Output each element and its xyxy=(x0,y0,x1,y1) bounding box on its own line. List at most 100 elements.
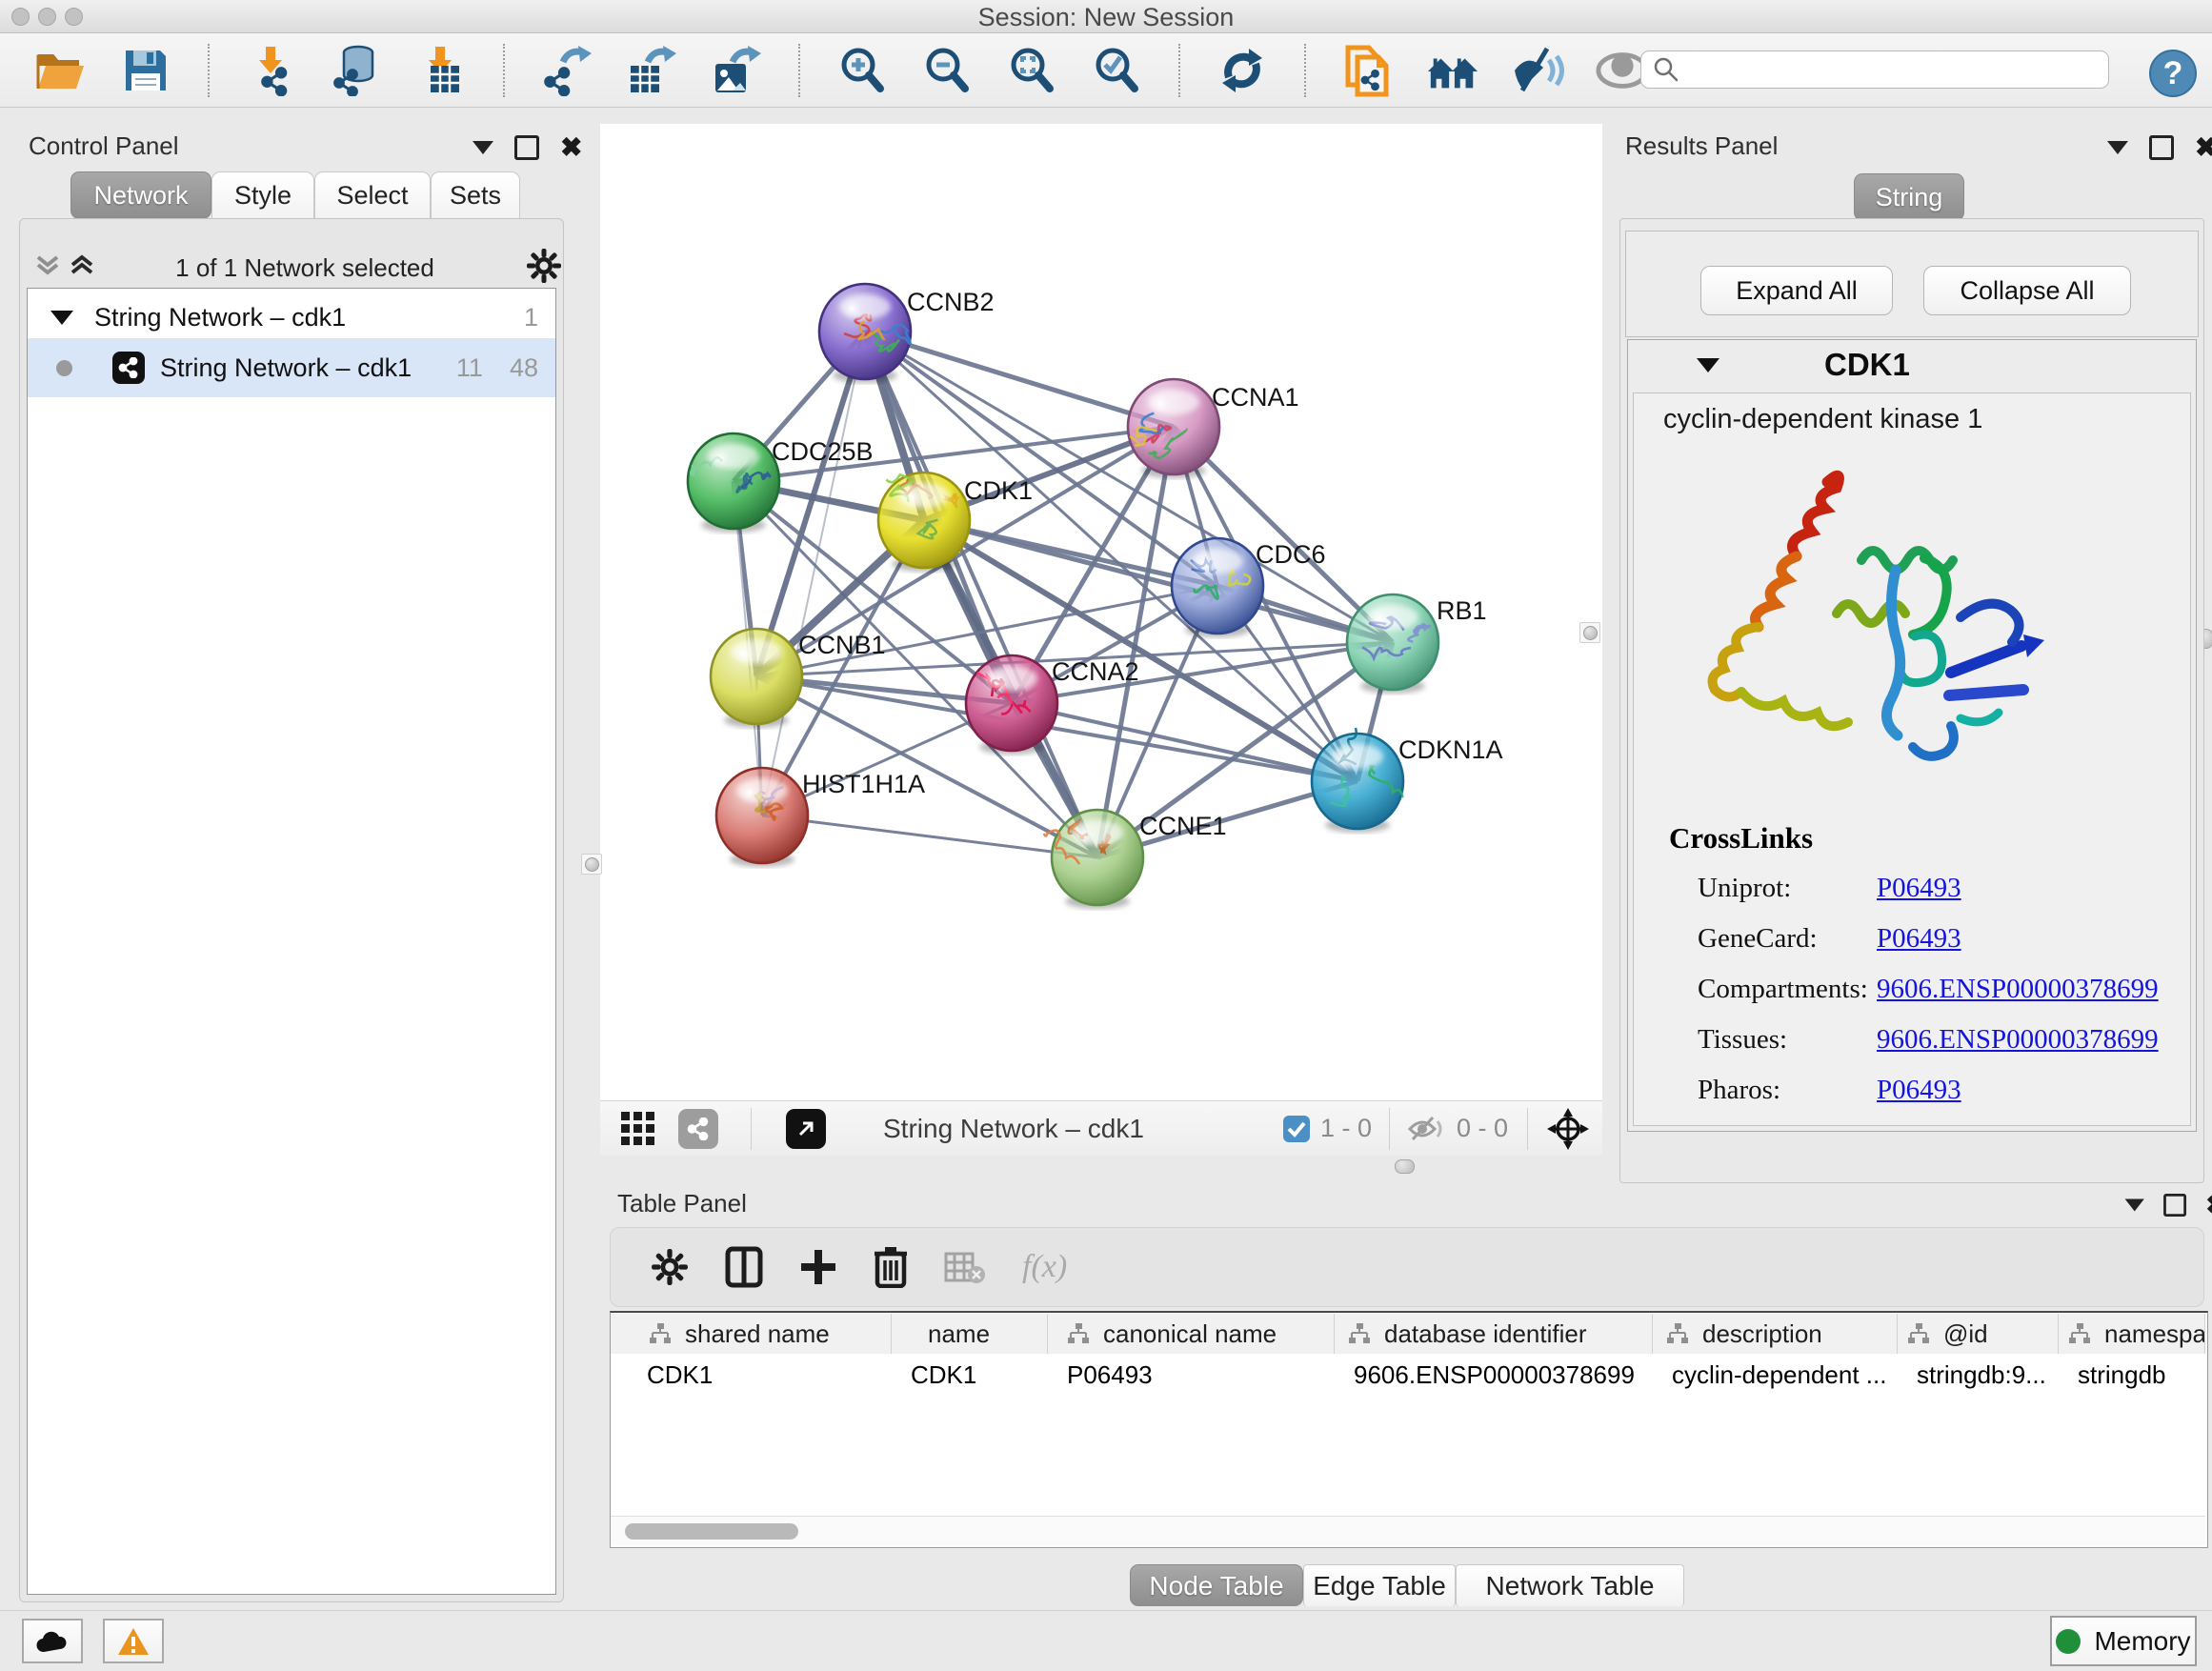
tab-edge-table[interactable]: Edge Table xyxy=(1303,1564,1456,1606)
show-columns-icon[interactable] xyxy=(725,1246,763,1288)
scrollbar-thumb[interactable] xyxy=(625,1523,798,1540)
table-options-gear-icon[interactable] xyxy=(651,1248,689,1286)
toolbar-separator xyxy=(1304,44,1306,97)
table-cell[interactable]: CDK1 xyxy=(647,1354,888,1396)
title-bar: Session: New Session xyxy=(0,0,2212,33)
export-image-icon[interactable] xyxy=(710,44,763,97)
refresh-icon[interactable] xyxy=(1216,44,1269,97)
network-nodes[interactable]: CCNB2 CCNA1 CDC25B CDK1 CDC6 RB1 CCNB1 xyxy=(688,284,1503,909)
network-options-gear-icon[interactable] xyxy=(526,248,562,284)
node-RB1[interactable]: RB1 xyxy=(1347,594,1487,694)
panel-close-icon[interactable]: ✖ xyxy=(2205,1197,2212,1214)
table-cell[interactable]: stringdb:9... xyxy=(1917,1354,2055,1396)
column-header-database-identifier[interactable]: database identifier xyxy=(1335,1314,1653,1354)
panel-menu-icon[interactable] xyxy=(2107,141,2128,154)
svg-text:CDC6: CDC6 xyxy=(1256,540,1326,569)
tab-network-table[interactable]: Network Table xyxy=(1456,1564,1684,1606)
tab-string[interactable]: String xyxy=(1854,173,1964,221)
node-CDKN1A[interactable]: CDKN1A xyxy=(1312,728,1503,833)
collection-expand-icon[interactable] xyxy=(50,311,73,325)
help-button[interactable]: ? xyxy=(2149,50,2197,97)
crosslink-link[interactable]: 9606.ENSP00000378699 xyxy=(1877,974,2159,1005)
column-header-canonical-name[interactable]: canonical name xyxy=(1048,1314,1335,1354)
export-table-icon[interactable] xyxy=(625,44,678,97)
panel-menu-icon[interactable] xyxy=(2125,1199,2144,1212)
column-header-name[interactable]: name xyxy=(892,1314,1048,1354)
expand-all-button[interactable]: Expand All xyxy=(1700,266,1893,315)
crosslink-row: Tissues:9606.ENSP00000378699 xyxy=(1698,1015,2159,1065)
grid-view-icon[interactable] xyxy=(619,1110,657,1148)
open-in-new-window-icon[interactable] xyxy=(786,1109,826,1149)
panel-float-icon[interactable] xyxy=(2163,1194,2186,1217)
table-cell[interactable]: cyclin-dependent ... xyxy=(1672,1354,1894,1396)
table-panel-title: Table Panel xyxy=(617,1189,747,1218)
import-network-icon[interactable] xyxy=(245,44,298,97)
node-CCNE1[interactable]: CCNE1 xyxy=(1044,810,1227,909)
network-canvas[interactable]: CCNB2 CCNA1 CDC25B CDK1 CDC6 RB1 CCNB1 xyxy=(600,124,1602,1100)
right-splitter-handle[interactable] xyxy=(1579,622,1600,643)
table-cell[interactable]: P06493 xyxy=(1067,1354,1331,1396)
hide-selected-icon[interactable] xyxy=(1511,44,1564,97)
export-network-icon[interactable] xyxy=(540,44,593,97)
panel-float-icon[interactable] xyxy=(514,135,539,160)
zoom-in-icon[interactable] xyxy=(835,44,889,97)
column-header-namespace[interactable]: namespace xyxy=(2059,1314,2205,1354)
table-row[interactable]: CDK1 CDK1 P06493 9606.ENSP00000378699 cyclin… xyxy=(611,1354,2205,1396)
tab-style[interactable]: Style xyxy=(211,171,314,219)
cloud-button[interactable] xyxy=(22,1619,83,1663)
open-session-icon[interactable] xyxy=(34,44,88,97)
tab-sets[interactable]: Sets xyxy=(431,171,520,219)
zoom-fit-icon[interactable] xyxy=(1005,44,1058,97)
warnings-button[interactable] xyxy=(103,1619,164,1663)
svg-text:CCNB1: CCNB1 xyxy=(798,631,886,659)
crosslink-link[interactable]: 9606.ENSP00000378699 xyxy=(1877,1024,2159,1056)
table-hscrollbar[interactable] xyxy=(611,1516,2205,1545)
left-splitter-handle[interactable] xyxy=(581,854,602,875)
column-header-shared-name[interactable]: shared name xyxy=(628,1314,892,1354)
collapse-all-button[interactable]: Collapse All xyxy=(1923,266,2131,315)
copy-views-icon[interactable] xyxy=(1341,44,1395,97)
delete-column-icon[interactable] xyxy=(874,1246,908,1288)
network-collection-row[interactable]: String Network – cdk1 1 xyxy=(28,296,555,338)
table-cell[interactable]: CDK1 xyxy=(911,1354,1044,1396)
column-header-description[interactable]: description xyxy=(1653,1314,1898,1354)
crosslink-link[interactable]: P06493 xyxy=(1877,873,1961,904)
collapse-expand-icons[interactable] xyxy=(34,252,101,280)
search-input[interactable] xyxy=(1640,50,2109,89)
node-CCNB1[interactable]: CCNB1 xyxy=(711,629,886,728)
hidden-eye-icon[interactable] xyxy=(1407,1114,1447,1144)
panel-menu-icon[interactable] xyxy=(473,141,493,154)
save-session-icon[interactable] xyxy=(119,44,172,97)
network-edge-count: 48 xyxy=(510,353,538,383)
section-collapse-icon[interactable] xyxy=(1697,358,1719,372)
import-table-icon[interactable] xyxy=(414,44,468,97)
network-share-view-icon[interactable] xyxy=(678,1109,718,1149)
panel-close-icon[interactable]: ✖ xyxy=(560,138,582,157)
zoom-selected-icon[interactable] xyxy=(1090,44,1143,97)
protein-section-header[interactable]: CDK1 xyxy=(1628,340,2194,390)
horizontal-splitter-handle[interactable] xyxy=(1395,1159,1415,1174)
crosslink-link[interactable]: P06493 xyxy=(1877,1075,1961,1106)
import-database-icon[interactable] xyxy=(330,44,383,97)
delete-table-icon[interactable] xyxy=(944,1250,986,1284)
memory-button[interactable]: Memory xyxy=(2050,1616,2197,1666)
table-cell[interactable]: stringdb xyxy=(2078,1354,2202,1396)
network-row-selected[interactable]: String Network – cdk1 11 48 xyxy=(28,338,555,397)
protein-description: cyclin-dependent kinase 1 xyxy=(1663,404,1982,435)
node-HIST1H1A[interactable]: HIST1H1A xyxy=(716,768,925,867)
birds-eye-view-icon[interactable] xyxy=(1547,1108,1589,1150)
selected-checkbox-icon[interactable] xyxy=(1282,1115,1311,1143)
home-icon[interactable] xyxy=(1426,44,1479,97)
function-builder-icon[interactable]: f(x) xyxy=(1022,1249,1067,1285)
crosslink-link[interactable]: P06493 xyxy=(1877,923,1961,955)
table-cell[interactable]: 9606.ENSP00000378699 xyxy=(1354,1354,1649,1396)
column-header--id[interactable]: @id xyxy=(1898,1314,2059,1354)
zoom-out-icon[interactable] xyxy=(920,44,974,97)
panel-float-icon[interactable] xyxy=(2149,135,2174,160)
panel-close-icon[interactable]: ✖ xyxy=(2195,138,2212,157)
tab-network[interactable]: Network xyxy=(70,171,211,219)
add-column-icon[interactable] xyxy=(799,1248,837,1286)
tab-node-table[interactable]: Node Table xyxy=(1130,1564,1303,1606)
toolbar-icon-group xyxy=(34,33,1649,107)
tab-select[interactable]: Select xyxy=(314,171,431,219)
